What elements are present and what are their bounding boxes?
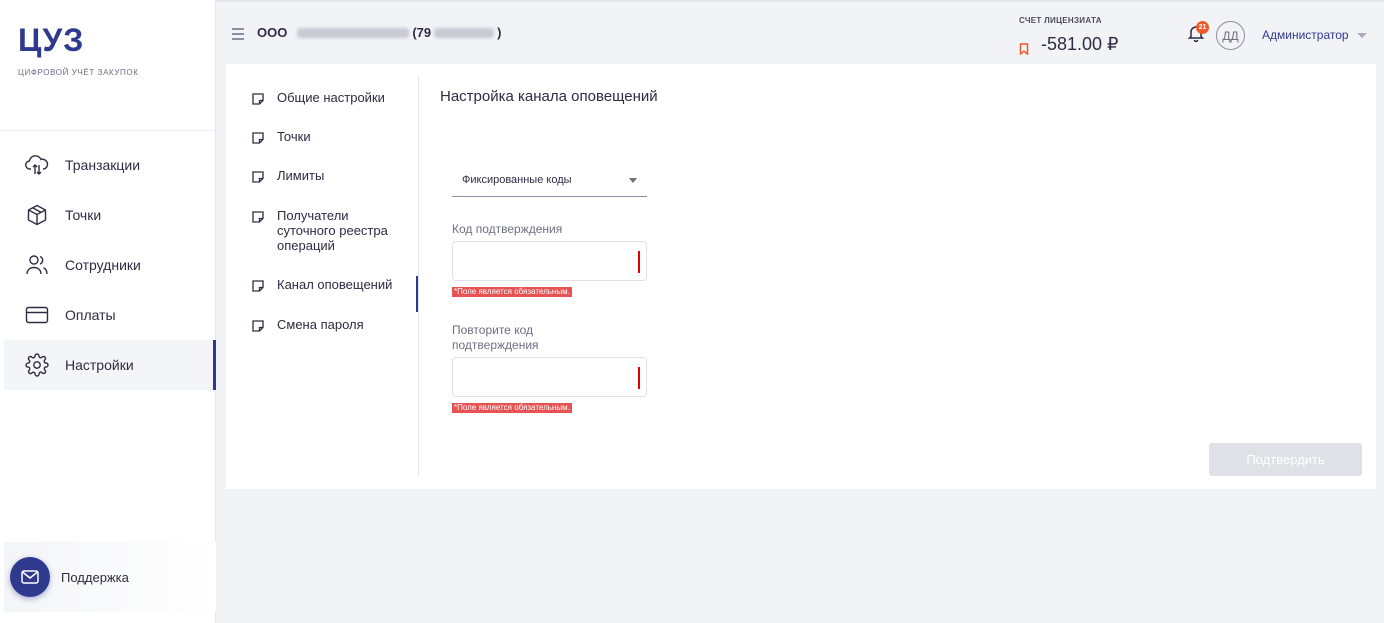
sidebar-item-label: Настройки xyxy=(65,357,134,373)
settings-nav-change-password[interactable]: Смена пароля xyxy=(252,317,419,332)
page-title: Настройка канала оповещений xyxy=(440,88,658,105)
sidebar-divider xyxy=(0,130,215,131)
cloud-transfer-icon xyxy=(24,152,50,178)
account-balance: -581.00 ₽ xyxy=(1019,34,1119,56)
account-label: СЧЕТ ЛИЦЕНЗИАТА xyxy=(1019,16,1102,25)
logo-tagline: ЦИФРОВОЙ УЧЁТ ЗАКУПОК xyxy=(18,68,139,77)
user-name: Администратор xyxy=(1262,28,1349,42)
top-bar: ООО (79 ) СЧЕТ ЛИЦЕНЗИАТА -581.00 ₽ 21 Д… xyxy=(216,0,1384,64)
sidebar-item-points[interactable]: Точки xyxy=(4,190,216,240)
sidebar-nav: Транзакции Точки Сотрудники Оплаты Настр… xyxy=(4,140,216,390)
code-input[interactable] xyxy=(452,241,647,281)
settings-nav-label: Точки xyxy=(277,129,311,144)
redacted-text xyxy=(434,27,495,38)
settings-nav-label: Общие настройки xyxy=(277,90,385,105)
users-icon xyxy=(24,252,50,278)
account-value: -581.00 ₽ xyxy=(1041,34,1119,54)
support-link[interactable]: Поддержка xyxy=(4,542,216,612)
settings-nav-recipients[interactable]: Получатели суточного реестра операций xyxy=(252,208,419,253)
note-icon xyxy=(252,171,264,183)
sidebar-item-label: Оплаты xyxy=(65,307,116,323)
organization-name: ООО (79 ) xyxy=(257,25,501,40)
org-inn-suffix: ) xyxy=(497,25,502,40)
submit-button[interactable]: Подтвердить xyxy=(1209,443,1362,476)
redacted-text xyxy=(297,27,410,38)
org-prefix: ООО xyxy=(257,25,288,40)
gear-icon xyxy=(24,352,50,378)
sidebar-item-transactions[interactable]: Транзакции xyxy=(4,140,216,190)
text-cursor xyxy=(638,251,640,273)
sidebar-item-label: Точки xyxy=(65,207,102,223)
note-icon xyxy=(252,320,264,332)
code-error: *Поле является обязательным. xyxy=(452,287,572,297)
bookmark-icon xyxy=(1019,39,1029,56)
note-icon xyxy=(252,132,264,144)
repeat-code-label: Повторите код подтверждения xyxy=(452,323,539,352)
sidebar-item-label: Транзакции xyxy=(65,157,141,173)
settings-nav: Общие настройки Точки Лимиты Получатели … xyxy=(226,76,419,476)
caret-down-icon xyxy=(629,177,637,183)
active-indicator xyxy=(416,276,418,312)
note-icon xyxy=(252,211,264,223)
repeat-code-input[interactable] xyxy=(452,357,647,397)
sidebar: ЦУЗ ЦИФРОВОЙ УЧЁТ ЗАКУПОК Транзакции Точ… xyxy=(0,0,216,623)
org-inn-prefix: (79 xyxy=(412,25,432,40)
settings-nav-points[interactable]: Точки xyxy=(252,129,419,144)
note-icon xyxy=(252,93,264,105)
support-label: Поддержка xyxy=(61,569,129,585)
sidebar-item-settings[interactable]: Настройки xyxy=(4,340,216,390)
card-icon xyxy=(24,302,50,328)
notification-badge: 21 xyxy=(1196,21,1209,34)
settings-nav-notification-channel[interactable]: Канал оповещений xyxy=(252,277,419,292)
menu-icon[interactable] xyxy=(232,28,244,40)
settings-nav-limits[interactable]: Лимиты xyxy=(252,168,419,183)
channel-select[interactable]: Фиксированные коды xyxy=(452,164,647,197)
channel-select-value: Фиксированные коды xyxy=(462,174,572,186)
text-cursor xyxy=(638,367,640,389)
user-menu[interactable]: Администратор xyxy=(1262,28,1367,42)
code-label: Код подтверждения xyxy=(452,222,563,236)
settings-nav-label: Смена пароля xyxy=(277,317,364,332)
sidebar-item-employees[interactable]: Сотрудники xyxy=(4,240,216,290)
settings-card: Общие настройки Точки Лимиты Получатели … xyxy=(226,64,1376,489)
mail-icon[interactable] xyxy=(10,557,50,597)
repeat-code-error: *Поле является обязательным. xyxy=(452,403,572,413)
chevron-down-icon xyxy=(1356,32,1367,38)
sidebar-item-label: Сотрудники xyxy=(65,257,141,273)
settings-nav-label: Получатели суточного реестра операций xyxy=(277,208,388,253)
sidebar-item-payments[interactable]: Оплаты xyxy=(4,290,216,340)
box-icon xyxy=(24,202,50,228)
logo: ЦУЗ xyxy=(18,22,85,58)
settings-nav-label: Лимиты xyxy=(277,168,325,183)
settings-nav-label: Канал оповещений xyxy=(277,277,393,292)
avatar[interactable]: ДД xyxy=(1216,21,1245,50)
settings-nav-general[interactable]: Общие настройки xyxy=(252,90,419,105)
note-icon xyxy=(252,280,264,292)
